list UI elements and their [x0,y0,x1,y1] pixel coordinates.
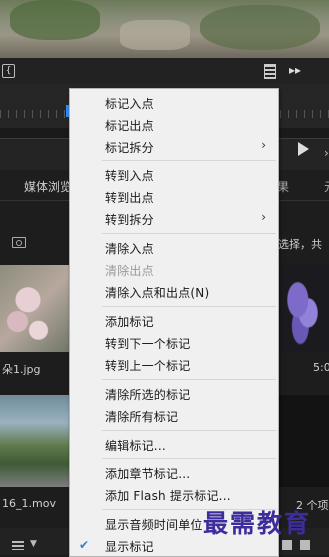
menu-item-go-to-out[interactable]: 转到出点 [70,186,278,208]
clip-thumbnail-flower[interactable] [0,265,70,352]
menu-item-edit-marker[interactable]: 编辑标记... [70,434,278,456]
clip-name: 朵1.jpg [2,363,41,376]
menu-item-mark-in[interactable]: 标记入点 [70,92,278,114]
menu-item-next-marker[interactable]: 转到下一个标记 [70,332,278,354]
menu-item-add-flash-cue-marker[interactable]: 添加 Flash 提示标记... [70,484,278,506]
tab-media-browser[interactable]: 媒体浏览 [24,178,72,195]
menu-separator [102,430,276,431]
export-frame-icon[interactable]: ▸▸ [289,63,301,77]
context-menu: 标记入点 标记出点 标记拆分 › 转到入点 转到出点 转到拆分 › 清除入点 清除出… [69,88,279,557]
menu-item-clear-in-out[interactable]: 清除入点和出点(N) [70,281,278,303]
tab-more[interactable]: 元 [324,178,329,195]
menu-item-go-to-in[interactable]: 转到入点 [70,164,278,186]
menu-item-clear-in[interactable]: 清除入点 [70,237,278,259]
clip-thumbnail-black[interactable] [277,395,329,487]
list-view-icon[interactable] [12,541,24,550]
menu-item-previous-marker[interactable]: 转到上一个标记 [70,354,278,376]
menu-item-mark-split[interactable]: 标记拆分 › [70,136,278,158]
menu-item-mark-out[interactable]: 标记出点 [70,114,278,136]
bin-icon[interactable] [12,237,26,248]
clip-thumbnail-street[interactable] [0,395,70,487]
chevron-right-icon: › [261,210,266,224]
clip-thumbnail-purple-flower[interactable] [277,265,329,352]
selection-status: 选择，共 [278,238,322,251]
more-controls-icon[interactable]: › [324,146,329,160]
menu-item-clear-out: 清除出点 [105,264,154,278]
chevron-down-icon[interactable]: ▼ [30,539,37,549]
menu-item-add-marker[interactable]: 添加标记 [70,310,278,332]
checkmark-icon: ✔ [79,538,90,552]
menu-item-clear-selected-marker[interactable]: 清除所选的标记 [70,383,278,405]
menu-separator [102,458,276,459]
program-monitor-video [0,0,329,58]
play-icon[interactable] [298,142,309,156]
menu-separator [102,160,276,161]
clip-duration: 5:00 [313,361,329,374]
new-bin-icon[interactable] [282,540,292,550]
watermark-logo: 最需教育 [203,509,312,538]
menu-item-clear-all-markers[interactable]: 清除所有标记 [70,405,278,427]
clip-name: 16_1.mov [2,497,56,510]
menu-separator [102,306,276,307]
monitor-toolbar [0,58,329,85]
menu-item-go-to-split[interactable]: 转到拆分 › [70,208,278,230]
menu-separator [102,233,276,234]
menu-item-add-chapter-marker[interactable]: 添加章节标记... [70,462,278,484]
new-item-icon[interactable] [300,540,310,550]
chevron-right-icon: › [261,138,266,152]
film-icon[interactable] [264,64,276,79]
bracket-icon[interactable]: { [2,64,15,78]
menu-separator [102,379,276,380]
